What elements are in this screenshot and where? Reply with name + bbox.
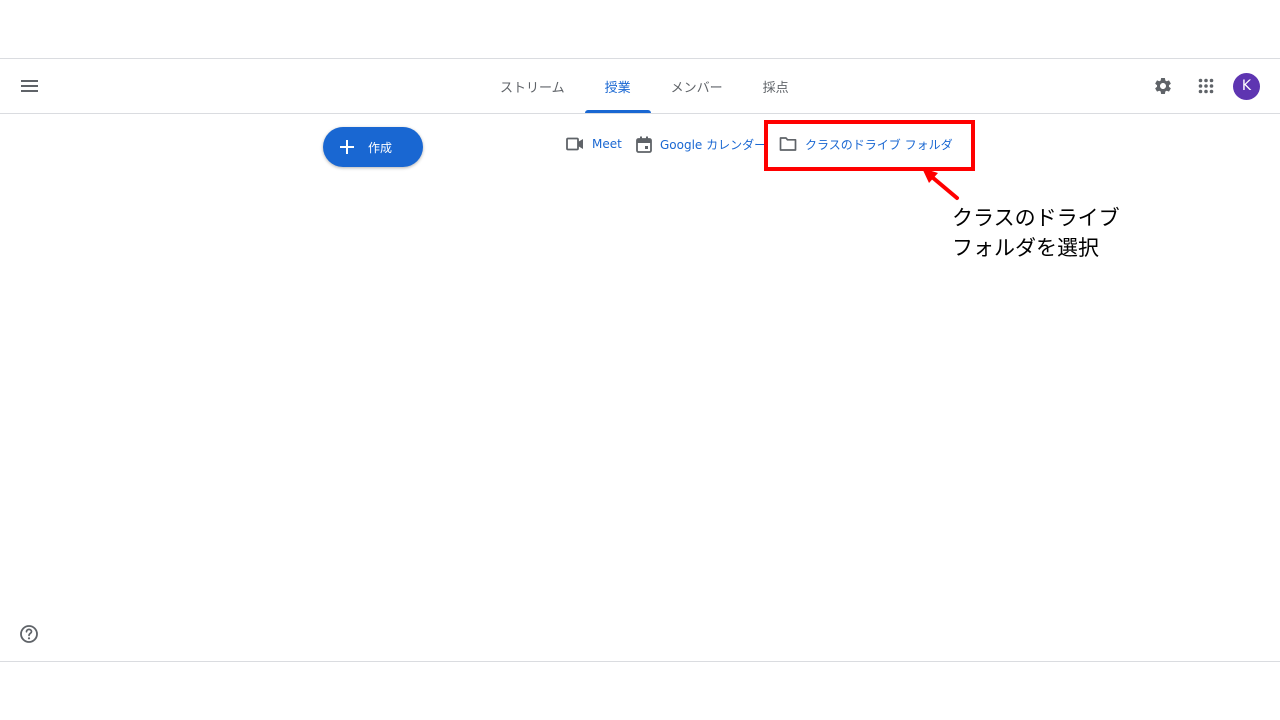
- gear-icon: [1155, 78, 1171, 94]
- tab-people-label: メンバー: [670, 80, 723, 96]
- video-camera-icon: [566, 137, 583, 151]
- tab-classwork-label: 授業: [604, 80, 631, 96]
- annotation-line-2: フォルダを選択: [952, 236, 1099, 260]
- help-circle-icon: [20, 625, 38, 643]
- account-avatar[interactable]: K: [1233, 72, 1260, 100]
- avatar-initial: K: [1241, 78, 1252, 94]
- tab-stream[interactable]: ストリーム: [480, 59, 585, 113]
- highlight-box: [764, 120, 975, 171]
- create-button-label: 作成: [368, 140, 393, 155]
- tab-stream-label: ストリーム: [500, 80, 565, 96]
- annotation-line-1: クラスのドライブ: [952, 206, 1120, 230]
- calendar-icon: [636, 136, 652, 153]
- help-button[interactable]: [17, 622, 41, 646]
- create-button[interactable]: 作成: [323, 127, 423, 167]
- google-calendar-link[interactable]: Google カレンダー: [636, 132, 766, 156]
- app-window: ストリーム 授業 メンバー 採点 K 作成 Meet Google カレンダー …: [0, 0, 1280, 720]
- main-menu-button[interactable]: [14, 70, 46, 102]
- top-app-bar: ストリーム 授業 メンバー 採点 K: [0, 59, 1280, 114]
- tab-classwork[interactable]: 授業: [584, 59, 651, 113]
- hamburger-menu-icon: [21, 80, 38, 92]
- class-tabs: ストリーム 授業 メンバー 採点: [480, 59, 809, 113]
- meet-link-label: Meet: [592, 137, 622, 151]
- meet-link[interactable]: Meet: [566, 132, 622, 156]
- bottom-divider: [0, 661, 1280, 662]
- apps-grid-icon: [1198, 78, 1214, 94]
- tab-grades[interactable]: 採点: [743, 59, 809, 113]
- tab-grades-label: 採点: [762, 80, 789, 96]
- pointer-arrow-icon: [922, 168, 959, 200]
- google-calendar-link-label: Google カレンダー: [660, 137, 767, 152]
- header-actions: K: [1136, 70, 1260, 102]
- plus-icon: [340, 140, 354, 154]
- tab-people[interactable]: メンバー: [651, 59, 743, 113]
- settings-button[interactable]: [1147, 70, 1179, 102]
- apps-button[interactable]: [1190, 70, 1222, 102]
- annotation-note: クラスのドライブ フォルダを選択: [952, 203, 1120, 263]
